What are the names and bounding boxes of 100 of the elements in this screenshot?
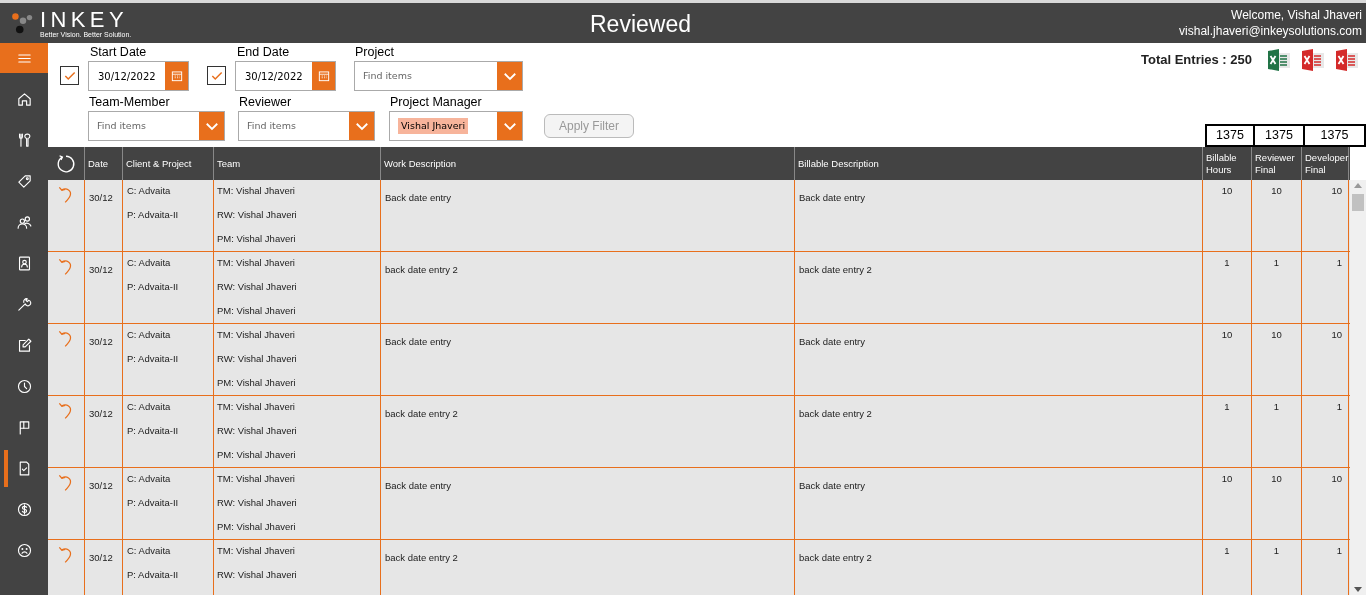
team-member: RW: Vishal Jhaveri: [217, 208, 298, 222]
table-cell: 30/12: [89, 336, 113, 347]
billable-description: Back date entry: [799, 336, 865, 347]
team-member: PM: Vishal Jhaveri: [217, 376, 297, 390]
work-description: back date entry 2: [385, 264, 458, 275]
client-name: C: Advaita: [127, 544, 172, 558]
client-name: C: Advaita: [127, 400, 172, 414]
table-cell: 30/12: [89, 408, 113, 419]
tag-icon: [15, 173, 33, 190]
hours-value: 1: [1224, 256, 1230, 270]
wrench-icon: [15, 296, 33, 313]
hours-value: 10: [1331, 328, 1342, 342]
home-icon: [15, 91, 33, 108]
combo-box[interactable]: Find items: [238, 111, 375, 141]
hours-value: 1: [1224, 544, 1230, 558]
spreadsheet-export-icon[interactable]: [1266, 47, 1292, 73]
billable-description: back date entry 2: [799, 264, 872, 275]
filter-label: End Date: [237, 44, 290, 61]
checkbox[interactable]: [207, 66, 226, 85]
work-description: Back date entry: [385, 480, 451, 491]
hours-value: 10: [1271, 184, 1282, 198]
dollar-icon: [15, 501, 33, 518]
total-entries: Total Entries : 250: [1141, 51, 1252, 70]
team-member: TM: Vishal Jhaveri: [217, 400, 296, 414]
project-name: P: Advaita-II: [127, 568, 180, 582]
project-name: P: Advaita-II: [127, 280, 180, 294]
project-name: P: Advaita-II: [127, 208, 180, 222]
hours-value: 10: [1271, 328, 1282, 342]
team-member: TM: Vishal Jhaveri: [217, 328, 296, 342]
project-name: P: Advaita-II: [127, 496, 180, 510]
hours-value: 1: [1336, 256, 1342, 270]
hours-value: 1: [1273, 544, 1280, 558]
project-name: P: Advaita-II: [127, 424, 180, 438]
team-member: TM: Vishal Jhaveri: [217, 256, 296, 270]
work-description: back date entry 2: [385, 408, 458, 419]
selected-tag[interactable]: Vishal Jhaveri: [398, 117, 469, 135]
hours-value: 1: [1224, 400, 1230, 414]
refresh-icon: [55, 152, 77, 175]
filter-label: Team-Member: [89, 94, 170, 111]
work-description: Back date entry: [385, 192, 451, 203]
billable-description: Back date entry: [799, 480, 865, 491]
table-cell: 30/12: [89, 264, 113, 275]
hours-value: 1: [1273, 400, 1280, 414]
table-cell: 30/12: [89, 192, 113, 203]
placeholder-text: Find items: [97, 118, 146, 133]
client-name: C: Advaita: [127, 256, 172, 270]
team-member: PM: Vishal Jhaveri: [217, 520, 297, 534]
date-value: 30/12/2022: [97, 69, 157, 84]
people-icon: [15, 214, 33, 231]
work-description: Back date entry: [385, 336, 451, 347]
hours-value: 1: [1336, 544, 1342, 558]
work-description: back date entry 2: [385, 552, 458, 563]
placeholder-text: Find items: [363, 68, 412, 83]
project-name: P: Advaita-II: [127, 352, 180, 366]
hours-value: 10: [1221, 184, 1233, 198]
page-title: Reviewed: [590, 10, 691, 39]
combo-box[interactable]: Find items: [354, 61, 523, 91]
client-name: C: Advaita: [127, 184, 172, 198]
filter-label: Reviewer: [239, 94, 292, 111]
sad-face-icon: [15, 542, 33, 559]
filter-label: Start Date: [90, 44, 147, 61]
combo-box[interactable]: Vishal Jhaveri: [389, 111, 523, 141]
total-cell: 1375: [1253, 124, 1305, 147]
team-member: PM: Vishal Jhaveri: [217, 304, 297, 318]
total-cell: 1375: [1205, 124, 1255, 147]
team-member: PM: Vishal Jhaveri: [217, 448, 297, 462]
hours-value: 1: [1336, 400, 1342, 414]
team-member: TM: Vishal Jhaveri: [217, 472, 296, 486]
date-field[interactable]: 30/12/2022: [88, 61, 189, 91]
table-cell: 30/12: [89, 480, 113, 491]
team-member: TM: Vishal Jhaveri: [217, 544, 296, 558]
hours-value: 10: [1271, 472, 1282, 486]
user-email: vishal.jhaveri@inkeysolutions.com: [1179, 23, 1362, 39]
spreadsheet-export-icon[interactable]: [1334, 47, 1360, 73]
scrollbar[interactable]: [1350, 180, 1366, 595]
table-cell: 30/12: [89, 552, 113, 563]
spreadsheet-export-icon[interactable]: [1300, 47, 1326, 73]
filter-label: Project: [355, 44, 394, 61]
hours-value: 10: [1331, 184, 1342, 198]
date-field[interactable]: 30/12/2022: [235, 61, 336, 91]
team-member: RW: Vishal Jhaveri: [217, 496, 298, 510]
calendar-icon: [316, 69, 331, 83]
checkbox[interactable]: [60, 66, 79, 85]
total-cell: 1375: [1303, 124, 1366, 147]
welcome-text: Welcome, Vishal Jhaveri: [1231, 7, 1362, 23]
team-member: RW: Vishal Jhaveri: [217, 352, 298, 366]
team-member: RW: Vishal Jhaveri: [217, 568, 298, 582]
hours-value: 10: [1221, 472, 1233, 486]
billable-description: back date entry 2: [799, 552, 872, 563]
team-member: PM: Vishal Jhaveri: [217, 232, 297, 246]
calendar-icon: [169, 69, 184, 83]
client-name: C: Advaita: [127, 328, 172, 342]
hours-value: 10: [1221, 328, 1233, 342]
combo-box[interactable]: Find items: [88, 111, 225, 141]
team-member: RW: Vishal Jhaveri: [217, 280, 298, 294]
hours-value: 1: [1273, 256, 1280, 270]
team-member: RW: Vishal Jhaveri: [217, 424, 298, 438]
date-value: 30/12/2022: [244, 69, 304, 84]
team-member: TM: Vishal Jhaveri: [217, 184, 296, 198]
filter-label: Project Manager: [390, 94, 482, 111]
